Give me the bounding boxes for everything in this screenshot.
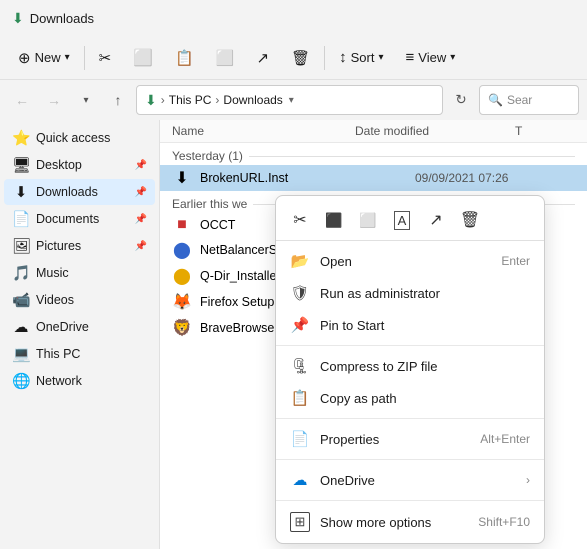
ctx-share-button[interactable]: ↗ — [420, 204, 452, 236]
ctx-properties-label: Properties — [320, 432, 470, 447]
ctx-separator-3 — [276, 459, 544, 460]
ctx-separator-1 — [276, 345, 544, 346]
ctx-share-icon: ↗ — [429, 210, 442, 230]
ctx-item-run-admin[interactable]: 🛡 Run as administrator — [276, 277, 544, 309]
ctx-separator-2 — [276, 418, 544, 419]
ctx-open-label: Open — [320, 254, 491, 269]
ctx-item-copy-path[interactable]: 📋 Copy as path — [276, 382, 544, 414]
ctx-paste-icon: ⬜ — [359, 212, 376, 229]
ctx-item-compress[interactable]: 🗜 Compress to ZIP file — [276, 350, 544, 382]
ctx-copy-icon: ⬛ — [325, 212, 342, 229]
ctx-properties-icon: 📄 — [290, 430, 310, 448]
ctx-delete-button[interactable]: 🗑 — [454, 204, 486, 236]
ctx-copy-path-icon: 📋 — [290, 389, 310, 407]
ctx-onedrive-label: OneDrive — [320, 473, 516, 488]
ctx-onedrive-icon: ☁ — [290, 471, 310, 489]
ctx-run-admin-label: Run as administrator — [320, 286, 530, 301]
ctx-more-options-label: Show more options — [320, 515, 468, 530]
ctx-rename-icon: A — [394, 211, 411, 230]
ctx-item-onedrive[interactable]: ☁ OneDrive › — [276, 464, 544, 496]
ctx-more-options-icon: ⊞ — [290, 512, 310, 532]
ctx-compress-icon: 🗜 — [290, 357, 310, 375]
ctx-more-options-shortcut: Shift+F10 — [478, 515, 530, 529]
ctx-pin-start-icon: 📌 — [290, 316, 310, 334]
ctx-separator-4 — [276, 500, 544, 501]
ctx-item-properties[interactable]: 📄 Properties Alt+Enter — [276, 423, 544, 455]
ctx-copy-button[interactable]: ⬛ — [318, 204, 350, 236]
ctx-item-more-options[interactable]: ⊞ Show more options Shift+F10 — [276, 505, 544, 539]
ctx-open-icon: 📂 — [290, 252, 310, 270]
ctx-run-admin-icon: 🛡 — [290, 284, 310, 302]
ctx-properties-shortcut: Alt+Enter — [480, 432, 530, 446]
ctx-copy-path-label: Copy as path — [320, 391, 530, 406]
context-menu: ✂ ⬛ ⬜ A ↗ 🗑 📂 Open Enter — [275, 195, 545, 544]
ctx-compress-label: Compress to ZIP file — [320, 359, 530, 374]
ctx-pin-start-label: Pin to Start — [320, 318, 530, 333]
ctx-onedrive-arrow: › — [526, 473, 530, 487]
ctx-item-pin-start[interactable]: 📌 Pin to Start — [276, 309, 544, 341]
ctx-cut-button[interactable]: ✂ — [284, 204, 316, 236]
context-toolbar: ✂ ⬛ ⬜ A ↗ 🗑 — [276, 200, 544, 241]
ctx-rename-button[interactable]: A — [386, 204, 418, 236]
ctx-paste-button[interactable]: ⬜ — [352, 204, 384, 236]
ctx-item-open[interactable]: 📂 Open Enter — [276, 245, 544, 277]
ctx-delete-icon: 🗑 — [460, 210, 480, 230]
ctx-open-shortcut: Enter — [501, 254, 530, 268]
ctx-cut-icon: ✂ — [293, 210, 306, 230]
context-menu-overlay: ✂ ⬛ ⬜ A ↗ 🗑 📂 Open Enter — [0, 0, 587, 549]
